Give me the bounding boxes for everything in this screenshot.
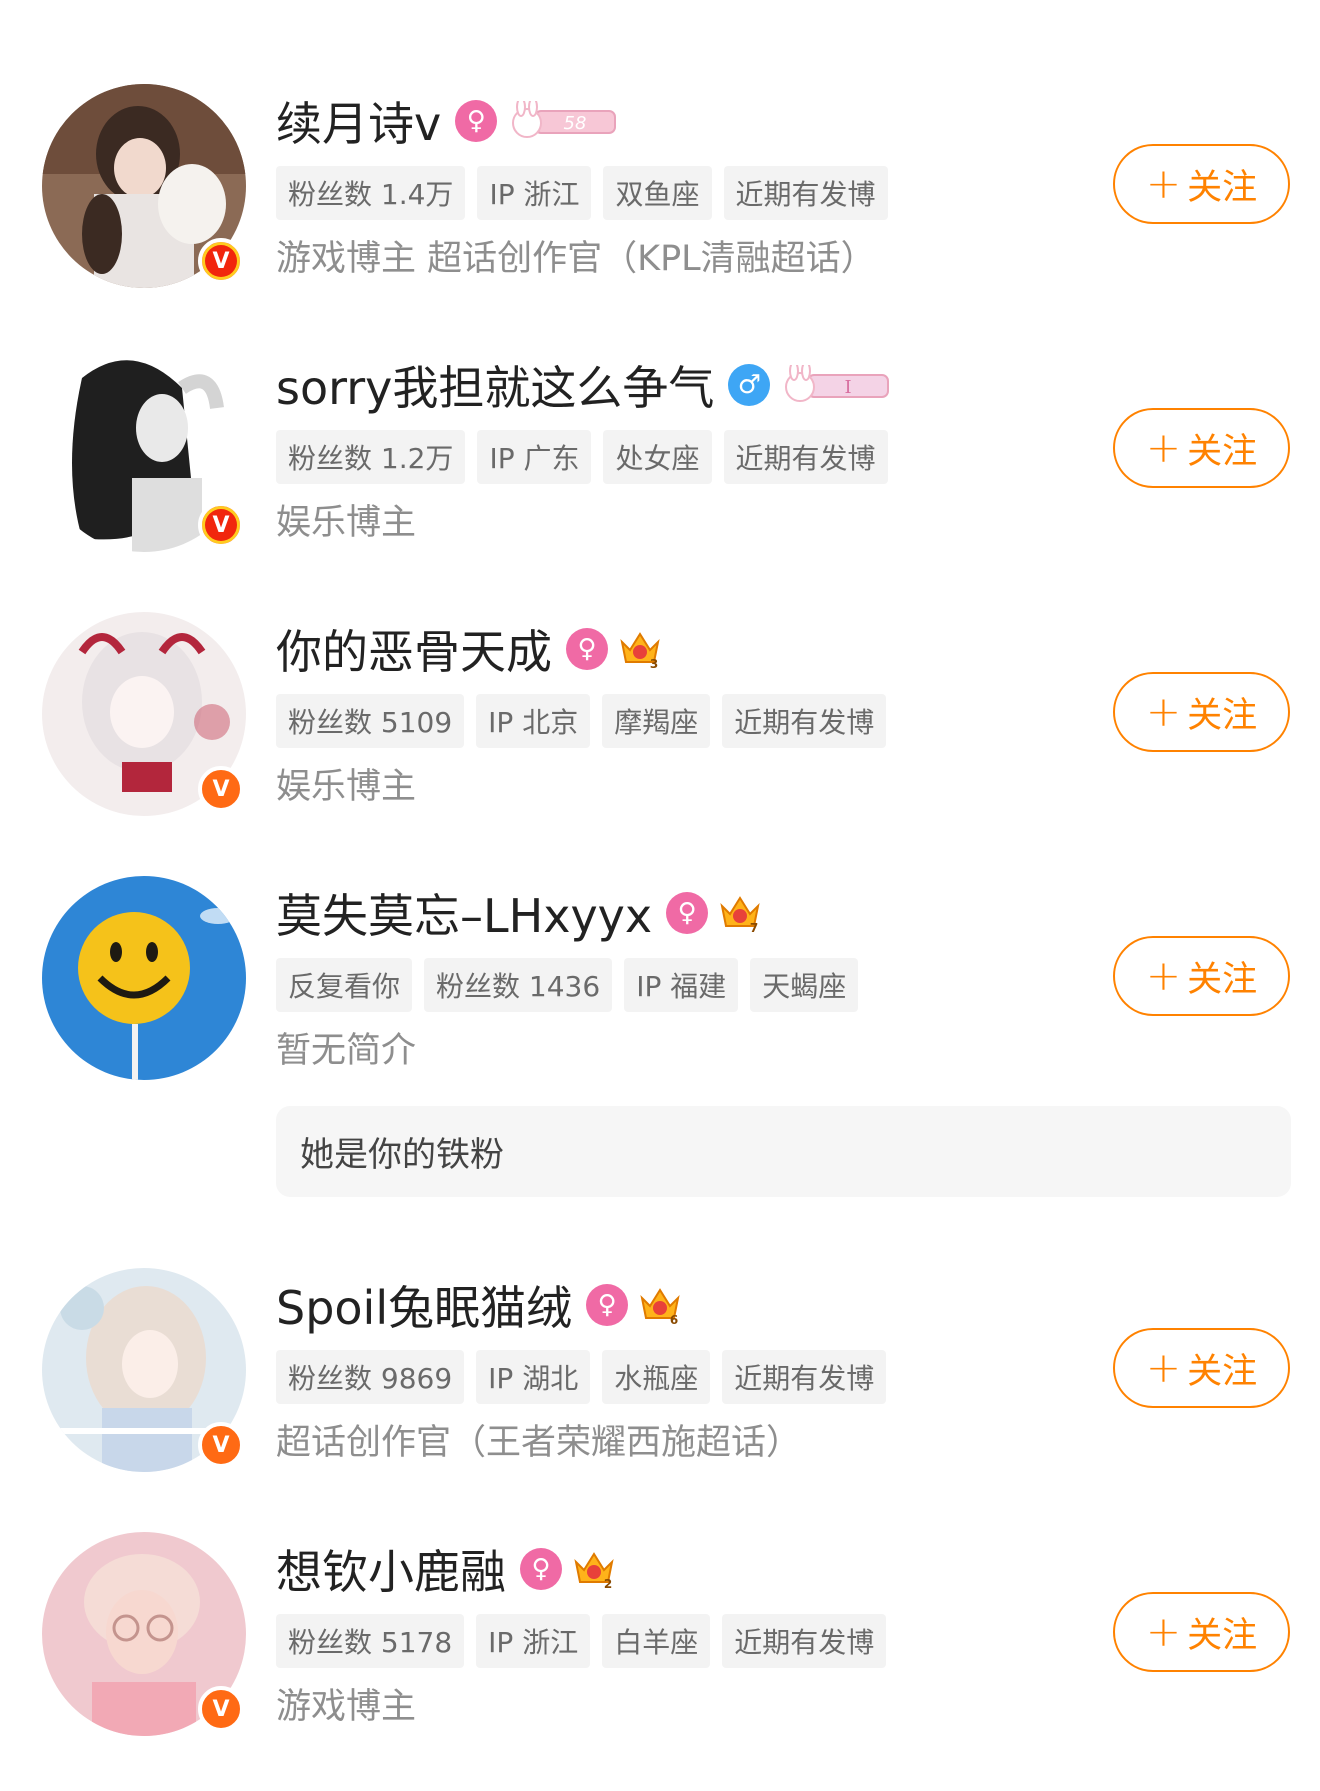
verified-badge-icon: V bbox=[198, 766, 244, 812]
crown-level-icon: 2 bbox=[574, 1552, 614, 1590]
avatar[interactable] bbox=[42, 876, 246, 1080]
follow-button[interactable]: + 关注 bbox=[1113, 1328, 1290, 1408]
user-tags: 反复看你 粉丝数 1436 IP 福建 天蝎座 bbox=[276, 958, 870, 1012]
verified-badge-icon: V bbox=[198, 238, 244, 284]
follow-label: 关注 bbox=[1187, 959, 1258, 1000]
tag: IP 湖北 bbox=[476, 1350, 591, 1404]
tag: 白羊座 bbox=[602, 1614, 711, 1668]
follow-label: 关注 bbox=[1187, 695, 1258, 736]
tag: 近期有发博 bbox=[723, 166, 888, 220]
tag: 处女座 bbox=[603, 430, 712, 484]
female-icon: ♀ bbox=[566, 628, 608, 670]
follow-button[interactable]: + 关注 bbox=[1113, 144, 1290, 224]
fan-relation-note: 她是你的铁粉 bbox=[276, 1106, 1291, 1197]
tag: IP 浙江 bbox=[477, 166, 592, 220]
bunny-level-icon: I bbox=[785, 365, 890, 402]
tag: 天蝎座 bbox=[750, 958, 859, 1012]
follow-button[interactable]: + 关注 bbox=[1113, 936, 1290, 1016]
user-name[interactable]: 想钦小鹿融 bbox=[276, 1536, 506, 1602]
female-icon: ♀ bbox=[586, 1284, 629, 1326]
follow-button[interactable]: + 关注 bbox=[1113, 408, 1290, 488]
plus-icon: + bbox=[1145, 423, 1182, 472]
user-description: 娱乐博主 bbox=[276, 503, 417, 543]
user-row[interactable]: V 续月诗v ♀ 58 粉丝数 1.4万 IP 浙江 双鱼座 近期有发博 游戏博… bbox=[0, 80, 1320, 290]
user-row[interactable]: V 你的恶骨天成 ♀ 3 粉丝数 5109 IP 北京 摩羯座 近期有发博 娱乐… bbox=[0, 608, 1320, 818]
level-number: 6 bbox=[670, 1313, 678, 1326]
bunny-level-icon: 58 bbox=[512, 101, 617, 138]
follow-label: 关注 bbox=[1187, 167, 1258, 208]
user-name[interactable]: 你的恶骨天成 bbox=[276, 616, 552, 682]
tag: 粉丝数 5109 bbox=[276, 694, 465, 748]
user-row[interactable]: 莫失莫忘–LHxyyx ♀ 7 反复看你 粉丝数 1436 IP 福建 天蝎座 … bbox=[0, 872, 1320, 1082]
plus-icon: + bbox=[1145, 687, 1182, 736]
female-icon: ♀ bbox=[455, 100, 498, 142]
follow-button[interactable]: + 关注 bbox=[1113, 1592, 1290, 1672]
user-description: 娱乐博主 bbox=[276, 767, 417, 807]
user-description: 游戏博主 超话创作官（KPL清融超话） bbox=[276, 239, 876, 279]
female-icon: ♀ bbox=[520, 1548, 562, 1590]
user-description: 超话创作官（王者荣耀西施超话） bbox=[276, 1423, 802, 1463]
user-tags: 粉丝数 5178 IP 浙江 白羊座 近期有发博 bbox=[276, 1614, 898, 1668]
tag: 近期有发博 bbox=[723, 430, 888, 484]
level-number: I bbox=[845, 377, 852, 398]
verified-badge-icon: V bbox=[198, 1422, 244, 1468]
user-description: 游戏博主 bbox=[276, 1687, 417, 1727]
tag: 粉丝数 9869 bbox=[276, 1350, 465, 1404]
follow-label: 关注 bbox=[1187, 1615, 1258, 1656]
tag: 摩羯座 bbox=[602, 694, 711, 748]
tag: 粉丝数 1.2万 bbox=[276, 430, 466, 484]
tag: IP 广东 bbox=[477, 430, 592, 484]
follow-label: 关注 bbox=[1187, 431, 1258, 472]
tag: 粉丝数 5178 bbox=[276, 1614, 465, 1668]
plus-icon: + bbox=[1145, 1607, 1182, 1656]
level-number: 2 bbox=[604, 1577, 612, 1590]
crown-level-icon: 7 bbox=[720, 896, 760, 934]
user-description: 暂无简介 bbox=[276, 1031, 417, 1071]
level-number: 3 bbox=[650, 657, 658, 670]
user-tags: 粉丝数 1.2万 IP 广东 处女座 近期有发博 bbox=[276, 430, 900, 484]
verified-badge-icon: V bbox=[198, 502, 244, 548]
user-name[interactable]: 续月诗v bbox=[276, 88, 441, 154]
female-icon: ♀ bbox=[666, 892, 709, 934]
user-tags: 粉丝数 9869 IP 湖北 水瓶座 近期有发博 bbox=[276, 1350, 898, 1404]
tag: 近期有发博 bbox=[722, 1614, 887, 1668]
user-row[interactable]: V 想钦小鹿融 ♀ 2 粉丝数 5178 IP 浙江 白羊座 近期有发博 游戏博… bbox=[0, 1528, 1320, 1738]
user-tags: 粉丝数 1.4万 IP 浙江 双鱼座 近期有发博 bbox=[276, 166, 900, 220]
follow-button[interactable]: + 关注 bbox=[1113, 672, 1290, 752]
tag: 水瓶座 bbox=[602, 1350, 711, 1404]
tag: 双鱼座 bbox=[603, 166, 712, 220]
level-number: 7 bbox=[750, 921, 758, 934]
tag: IP 北京 bbox=[476, 694, 591, 748]
user-row[interactable]: V sorry我担就这么争气 ♂ I 粉丝数 1.2万 IP 广东 处女座 近期… bbox=[0, 344, 1320, 554]
user-name[interactable]: Spoil兔眠猫绒 bbox=[276, 1272, 572, 1338]
user-tags: 粉丝数 5109 IP 北京 摩羯座 近期有发博 bbox=[276, 694, 898, 748]
male-icon: ♂ bbox=[728, 364, 771, 406]
verified-badge-icon: V bbox=[198, 1686, 244, 1732]
crown-level-icon: 6 bbox=[640, 1288, 680, 1326]
follow-label: 关注 bbox=[1187, 1351, 1258, 1392]
user-row[interactable]: V Spoil兔眠猫绒 ♀ 6 粉丝数 9869 IP 湖北 水瓶座 近期有发博… bbox=[0, 1264, 1320, 1474]
tag: 粉丝数 1.4万 bbox=[276, 166, 466, 220]
plus-icon: + bbox=[1145, 951, 1182, 1000]
plus-icon: + bbox=[1145, 159, 1182, 208]
crown-level-icon: 3 bbox=[620, 632, 660, 670]
tag: 近期有发博 bbox=[722, 1350, 887, 1404]
tag: 反复看你 bbox=[276, 958, 413, 1012]
user-name[interactable]: 莫失莫忘–LHxyyx bbox=[276, 880, 652, 946]
tag: 粉丝数 1436 bbox=[424, 958, 613, 1012]
tag: 近期有发博 bbox=[722, 694, 887, 748]
follower-list-page: V 续月诗v ♀ 58 粉丝数 1.4万 IP 浙江 双鱼座 近期有发博 游戏博… bbox=[0, 0, 1320, 1791]
tag: IP 浙江 bbox=[476, 1614, 591, 1668]
user-name[interactable]: sorry我担就这么争气 bbox=[276, 352, 714, 418]
tag: IP 福建 bbox=[624, 958, 739, 1012]
plus-icon: + bbox=[1145, 1343, 1182, 1392]
level-number: 58 bbox=[564, 113, 587, 134]
